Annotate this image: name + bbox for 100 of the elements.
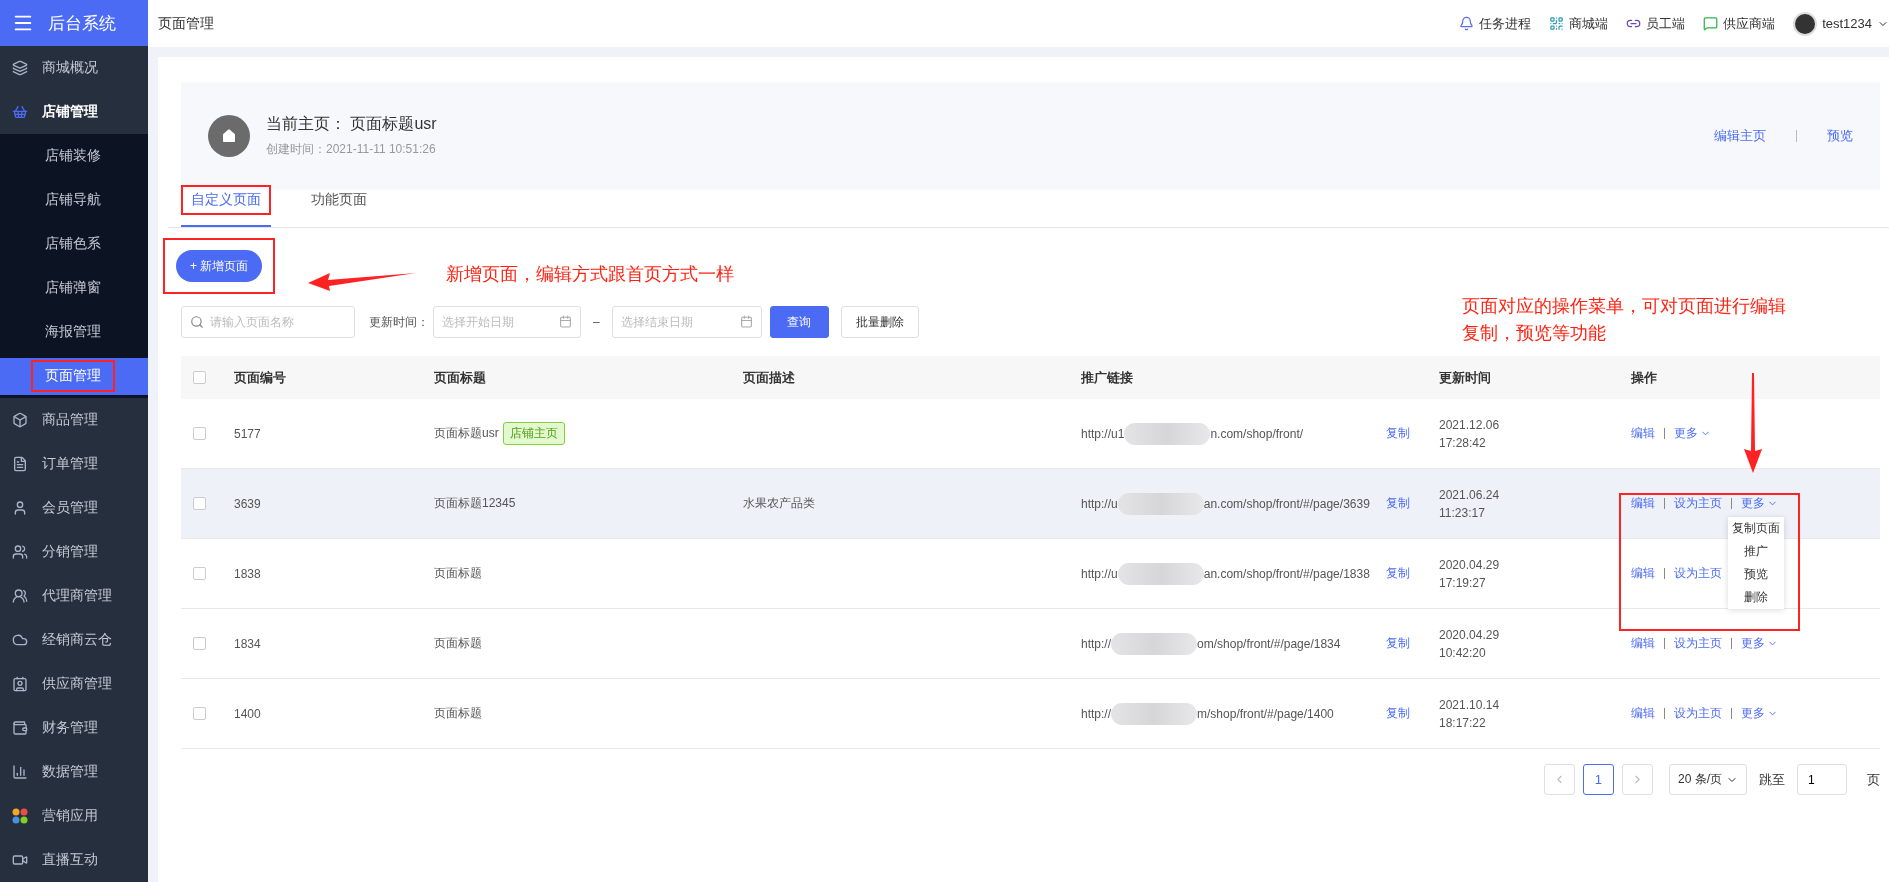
table-cell-text: 1400 <box>234 706 262 721</box>
chat-icon <box>1703 16 1719 31</box>
document-icon <box>12 456 28 472</box>
checkbox[interactable] <box>193 427 206 440</box>
header-link[interactable]: 任务进程 <box>1459 14 1532 33</box>
sidebar-item[interactable]: 财务管理 <box>0 706 148 750</box>
created-time: 创建时间：2021-11-11 10:51:26 <box>266 141 437 158</box>
link-text: http:// <box>1081 636 1112 651</box>
page-title: 页面管理 <box>158 14 215 33</box>
copy-link[interactable]: 复制 <box>1386 495 1439 512</box>
prev-page-button[interactable] <box>1544 764 1575 795</box>
user-menu[interactable]: test1234 <box>1793 11 1889 36</box>
menu-item[interactable]: 删除 <box>1728 586 1784 609</box>
date-field[interactable]: 选择结束日期 <box>611 306 762 338</box>
annotation-note: 新增页面，编辑方式跟首页方式一样 <box>446 263 734 286</box>
table-cell-text: 3639 <box>234 496 262 511</box>
home-icon <box>208 115 250 157</box>
table-cell-text: 水果农产品类 <box>743 495 816 512</box>
sidebar-subitem[interactable]: 页面管理 <box>0 357 148 395</box>
checkbox[interactable] <box>193 371 206 384</box>
sidebar-subitem[interactable]: 店铺装修 <box>0 137 148 175</box>
annotation-note: 页面对应的操作菜单，可对页面进行编辑 复制，预览等功能 <box>1462 295 1786 345</box>
sidebar-item[interactable]: 数据管理 <box>0 750 148 794</box>
checkbox[interactable] <box>193 497 206 510</box>
jump-input[interactable]: 1 <box>1797 764 1847 795</box>
copy-link[interactable]: 复制 <box>1386 565 1439 582</box>
action-link[interactable]: 设为主页 <box>1674 495 1722 512</box>
range-separator: – <box>593 315 600 329</box>
page-size-select[interactable]: 20 条/页 <box>1669 764 1747 795</box>
table-cell-text: 1838 <box>234 566 262 581</box>
sidebar-item[interactable]: 会员管理 <box>0 486 148 530</box>
layers-icon <box>12 60 28 76</box>
page-suffix: 页 <box>1867 770 1880 789</box>
action-link[interactable]: 编辑 <box>1631 425 1655 442</box>
action-link[interactable]: 编辑 <box>1631 635 1655 652</box>
search-icon <box>190 315 204 329</box>
action-link[interactable]: 编辑 <box>1631 495 1655 512</box>
date-text: 2021.06.24 <box>1439 487 1501 502</box>
next-page-button[interactable] <box>1622 764 1653 795</box>
new-page-button[interactable]: + 新增页面 <box>176 250 263 282</box>
header-link[interactable]: 供应商端 <box>1703 14 1776 33</box>
copy-link[interactable]: 复制 <box>1386 635 1439 652</box>
time-text: 11:23:17 <box>1439 505 1486 520</box>
action-link[interactable]: 编辑 <box>1631 565 1655 582</box>
more-link[interactable]: 更多 <box>1741 495 1778 512</box>
users-icon <box>12 544 28 560</box>
card-link[interactable]: 编辑主页 <box>1714 127 1766 145</box>
card-link[interactable]: 预览 <box>1827 127 1853 145</box>
sidebar-item[interactable]: 营销应用 <box>0 794 148 838</box>
video-icon <box>12 852 28 868</box>
link-text: om/shop/front/#/page/1834 <box>1197 636 1341 651</box>
copy-link[interactable]: 复制 <box>1386 425 1439 442</box>
sidebar-subitem[interactable]: 店铺色系 <box>0 225 148 263</box>
sidebar-item[interactable]: 商品管理 <box>0 398 148 442</box>
sidebar-item[interactable]: 分销管理 <box>0 530 148 574</box>
column-header: 页面标题 <box>434 368 487 387</box>
home-title: 当前主页： 页面标题usr <box>266 114 438 134</box>
checkbox[interactable] <box>193 637 206 650</box>
action-link[interactable]: 编辑 <box>1631 705 1655 722</box>
time-text: 17:28:42 <box>1439 435 1487 450</box>
link-text: n.com/shop/front/ <box>1210 426 1304 441</box>
sidebar-item[interactable]: 供应商管理 <box>0 662 148 706</box>
header-link[interactable]: 员工端 <box>1626 14 1686 33</box>
menu-item[interactable]: 预览 <box>1728 563 1784 586</box>
more-link[interactable]: 更多 <box>1674 425 1711 442</box>
menu-item[interactable]: 推广 <box>1728 540 1784 563</box>
cloud-icon <box>12 632 28 648</box>
search-field[interactable]: 请输入页面名称 <box>181 306 355 338</box>
app-title: 后台系统 <box>48 12 116 35</box>
sidebar-item[interactable]: 经销商云仓 <box>0 618 148 662</box>
more-link[interactable]: 更多 <box>1741 635 1778 652</box>
page-button[interactable]: 1 <box>1583 764 1614 795</box>
action-link[interactable]: 设为主页 <box>1674 635 1722 652</box>
bar-chart-icon <box>12 764 28 780</box>
date-field[interactable]: 选择开始日期 <box>433 306 581 338</box>
table-cell: 页面标题 <box>434 635 482 652</box>
menu-item[interactable]: 复制页面 <box>1728 517 1784 540</box>
more-link[interactable]: 更多 <box>1741 705 1778 722</box>
contact-icon <box>12 676 28 692</box>
sidebar-item[interactable]: 代理商管理 <box>0 574 148 618</box>
query-button[interactable]: 查询 <box>769 306 829 338</box>
header-link[interactable]: 商城端 <box>1549 14 1609 33</box>
sidebar-item[interactable]: 直播互动 <box>0 838 148 882</box>
action-link[interactable]: 设为主页 <box>1674 705 1722 722</box>
link-text: an.com/shop/front/#/page/3639 <box>1203 496 1370 511</box>
action-link[interactable]: 设为主页 <box>1674 565 1722 582</box>
checkbox[interactable] <box>193 567 206 580</box>
batch-delete-button[interactable]: 批量删除 <box>840 306 919 338</box>
sidebar-subitem[interactable]: 海报管理 <box>0 313 148 351</box>
copy-link[interactable]: 复制 <box>1386 705 1439 722</box>
sidebar-item[interactable]: 店铺管理 <box>0 90 148 134</box>
sidebar-subitem[interactable]: 店铺导航 <box>0 181 148 219</box>
link-text: http:// <box>1081 706 1112 721</box>
link-text: m/shop/front/#/page/1400 <box>1197 706 1334 721</box>
sidebar-subitem[interactable]: 店铺弹窗 <box>0 269 148 307</box>
sidebar-item[interactable]: 商城概况 <box>0 46 148 90</box>
checkbox[interactable] <box>193 707 206 720</box>
cube-icon <box>12 412 28 428</box>
tab[interactable]: 功能页面 <box>301 185 377 227</box>
sidebar-item[interactable]: 订单管理 <box>0 442 148 486</box>
